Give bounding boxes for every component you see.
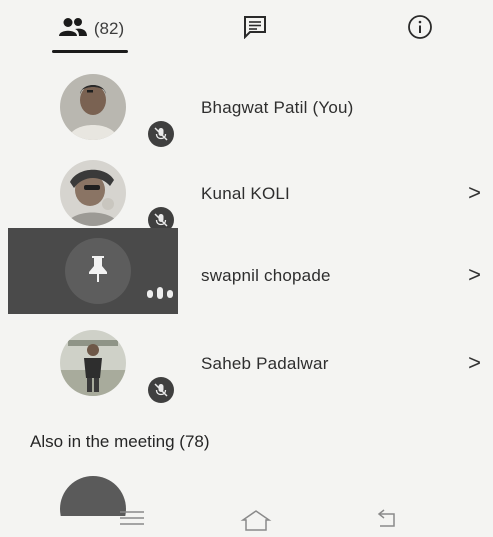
- info-icon: [407, 14, 433, 45]
- bottom-navigation: [0, 500, 493, 534]
- tab-bar: (82): [0, 0, 493, 58]
- menu-icon[interactable]: [118, 508, 146, 533]
- participant-name: Kunal KOLI: [201, 184, 290, 203]
- participant-name: Bhagwat Patil (You): [201, 98, 354, 117]
- back-icon[interactable]: [372, 508, 400, 535]
- chevron-right-icon[interactable]: >: [468, 180, 481, 206]
- participant-row[interactable]: swapnil chopade >: [0, 228, 493, 314]
- tab-indicator: [52, 50, 128, 53]
- pin-icon: [85, 254, 111, 289]
- participant-name: swapnil chopade: [201, 266, 331, 285]
- speaker-tile: [8, 228, 178, 314]
- speaking-icon: [146, 286, 176, 305]
- home-icon[interactable]: [240, 508, 272, 537]
- mic-off-icon: [148, 121, 174, 147]
- avatar: [60, 74, 126, 140]
- participant-count: (82): [93, 19, 125, 38]
- people-icon: [58, 17, 88, 42]
- tab-info[interactable]: [390, 6, 450, 52]
- chevron-right-icon[interactable]: >: [468, 350, 481, 376]
- avatar: [60, 330, 126, 396]
- avatar: [65, 238, 131, 304]
- tab-chat[interactable]: [225, 6, 285, 52]
- chat-icon: [242, 15, 268, 44]
- avatar: [60, 160, 126, 226]
- tab-people[interactable]: (82): [50, 6, 132, 52]
- participant-row[interactable]: Saheb Padalwar >: [0, 326, 493, 412]
- participant-name: Saheb Padalwar: [201, 354, 329, 373]
- section-heading: Also in the meeting (78): [30, 432, 210, 451]
- chevron-right-icon[interactable]: >: [468, 262, 481, 288]
- participant-row[interactable]: Bhagwat Patil (You): [0, 70, 493, 156]
- mic-off-icon: [148, 377, 174, 403]
